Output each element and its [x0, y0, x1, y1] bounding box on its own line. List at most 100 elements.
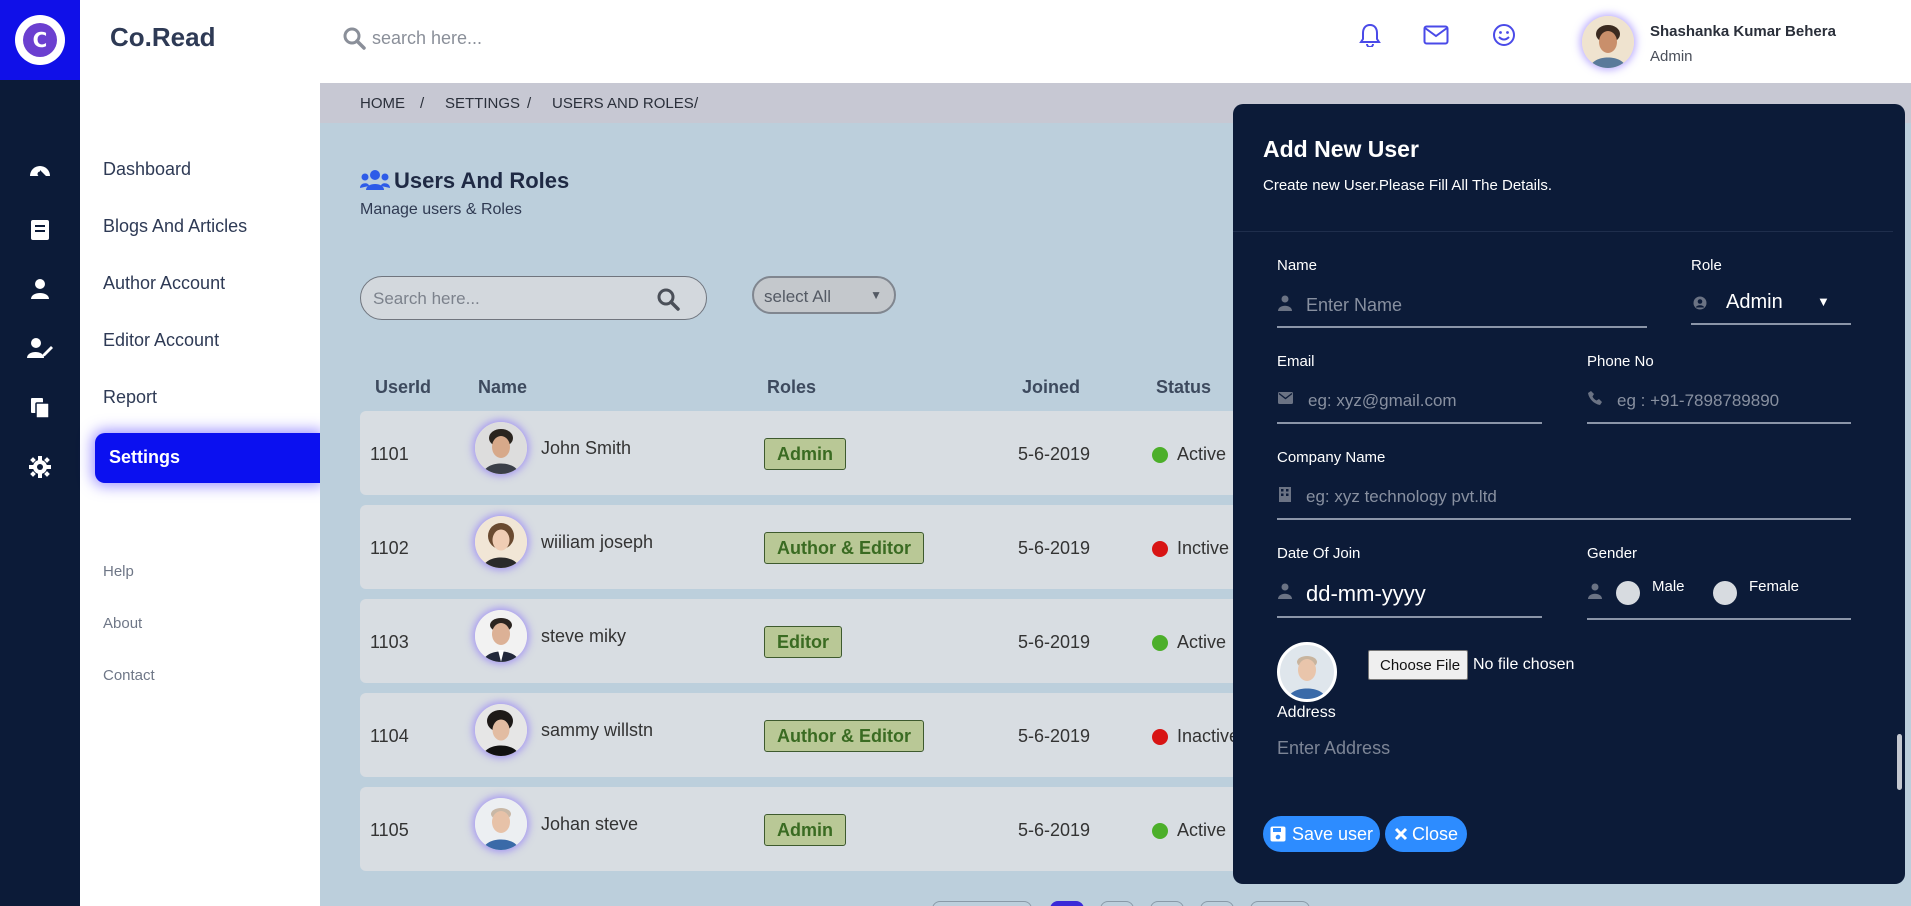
sidebar-item-report[interactable]: Report [103, 387, 157, 408]
avatar[interactable] [1582, 16, 1634, 68]
row-name: Johan steve [541, 814, 639, 834]
gender-female-label[interactable]: Female [1749, 578, 1799, 595]
chevron-down-icon: ▼ [870, 288, 882, 302]
user-icon [1278, 583, 1292, 599]
dashboard-gauge-icon[interactable] [26, 156, 54, 184]
date-of-join-field[interactable]: dd-mm-yyyy [1306, 581, 1426, 607]
column-header-roles[interactable]: Roles [767, 377, 816, 398]
phone-icon [1588, 391, 1602, 405]
modal-title: Add New User [1263, 136, 1419, 162]
search-icon[interactable] [656, 287, 680, 311]
role-label: Role [1691, 257, 1722, 274]
sidebar: Co.Read Dashboard Blogs And Articles Aut… [80, 0, 320, 906]
book-icon[interactable] [26, 216, 54, 244]
gender-male-label[interactable]: Male [1652, 578, 1685, 595]
pagination-page-active[interactable] [1050, 901, 1084, 906]
name-underline [1277, 326, 1647, 328]
user-icon[interactable] [26, 275, 54, 303]
company-field[interactable]: eg: xyz technology pvt.ltd [1306, 487, 1497, 507]
modal-divider [1233, 231, 1893, 232]
sidebar-item-dashboard[interactable]: Dashboard [103, 159, 191, 180]
column-header-name[interactable]: Name [478, 377, 527, 398]
pagination-page[interactable] [1150, 901, 1184, 906]
mail-icon[interactable] [1421, 20, 1451, 50]
row-name: wiiliam joseph [541, 532, 654, 552]
avatar [475, 798, 527, 850]
top-search-placeholder: search here... [372, 27, 483, 48]
files-icon[interactable] [26, 394, 54, 422]
role-select[interactable]: Admin [1726, 291, 1783, 314]
sidebar-item-about[interactable]: About [103, 615, 142, 632]
save-user-button[interactable]: Save user [1263, 816, 1380, 852]
sidebar-item-settings[interactable]: Settings [95, 433, 320, 483]
chevron-down-icon[interactable]: ▼ [1817, 294, 1830, 309]
status-dot [1152, 635, 1168, 651]
breadcrumb-settings[interactable]: SETTINGS [445, 95, 520, 112]
gender-male-radio[interactable] [1616, 581, 1640, 605]
breadcrumb-home[interactable]: HOME [360, 95, 405, 112]
user-edit-icon[interactable] [26, 334, 54, 362]
logo-letter: C [23, 23, 57, 57]
top-search[interactable]: search here... [342, 26, 482, 50]
sidebar-item-editor-account[interactable]: Editor Account [103, 330, 219, 351]
file-status: No file chosen [1473, 656, 1575, 673]
breadcrumb-users-roles[interactable]: USERS AND ROLES [552, 95, 694, 112]
gear-icon[interactable] [26, 453, 54, 481]
row-joined: 5-6-2019 [1018, 820, 1091, 840]
sidebar-item-help[interactable]: Help [103, 563, 134, 580]
user-circle-icon [1693, 296, 1707, 310]
row-name: sammy willstn [541, 720, 654, 740]
role-filter-select[interactable]: select All ▼ [752, 276, 896, 314]
choose-file-button[interactable]: Choose File [1368, 650, 1468, 680]
close-button[interactable]: Close [1385, 816, 1467, 852]
row-status: Inactive [1177, 726, 1240, 746]
page-subtitle: Manage users & Roles [360, 201, 522, 218]
email-field[interactable]: eg: xyz@gmail.com [1308, 391, 1457, 411]
logo-box[interactable]: C [0, 0, 80, 80]
email-underline [1277, 422, 1542, 424]
column-header-joined[interactable]: Joined [1022, 377, 1080, 398]
user-role: Admin [1650, 48, 1693, 65]
company-underline [1277, 518, 1851, 520]
users-search-input[interactable]: Search here... [360, 276, 707, 320]
row-userid: 1101 [370, 444, 409, 464]
role-badge: Admin [764, 438, 846, 470]
pagination-prev[interactable] [932, 901, 1032, 906]
role-badge: Admin [764, 814, 846, 846]
name-field[interactable]: Enter Name [1306, 295, 1402, 316]
breadcrumb-separator: / [694, 95, 699, 112]
column-header-status[interactable]: Status [1156, 377, 1211, 398]
pagination-page[interactable] [1100, 901, 1134, 906]
building-icon [1279, 487, 1291, 502]
search-icon [343, 27, 366, 50]
smile-icon[interactable] [1489, 20, 1519, 50]
row-userid: 1102 [370, 538, 409, 558]
brand-name[interactable]: Co.Read [110, 22, 215, 53]
avatar [475, 516, 527, 568]
user-name: Shashanka Kumar Behera [1650, 23, 1836, 40]
gender-female-radio[interactable] [1713, 581, 1737, 605]
row-joined: 5-6-2019 [1018, 726, 1091, 746]
phone-field[interactable]: eg : +91-7898789890 [1617, 391, 1779, 411]
status-dot [1152, 541, 1168, 557]
user-icon [1588, 583, 1602, 599]
close-icon [1394, 827, 1408, 841]
breadcrumb-separator: / [527, 95, 532, 112]
name-label: Name [1277, 257, 1318, 274]
status-dot [1152, 729, 1168, 745]
row-joined: 5-6-2019 [1018, 444, 1091, 464]
row-userid: 1105 [370, 820, 409, 840]
pagination-page[interactable] [1200, 901, 1234, 906]
row-joined: 5-6-2019 [1018, 538, 1091, 558]
pagination-next[interactable] [1250, 901, 1310, 906]
bell-icon[interactable] [1355, 20, 1385, 50]
sidebar-item-blogs[interactable]: Blogs And Articles [103, 216, 247, 237]
sidebar-item-author-account[interactable]: Author Account [103, 273, 225, 294]
gender-underline [1587, 618, 1851, 620]
column-header-userid[interactable]: UserId [375, 377, 431, 398]
modal-scrollbar[interactable] [1897, 734, 1902, 790]
address-field[interactable]: Enter Address [1277, 738, 1390, 759]
role-badge: Author & Editor [764, 532, 924, 564]
sidebar-item-contact[interactable]: Contact [103, 667, 155, 684]
envelope-icon [1278, 392, 1293, 404]
